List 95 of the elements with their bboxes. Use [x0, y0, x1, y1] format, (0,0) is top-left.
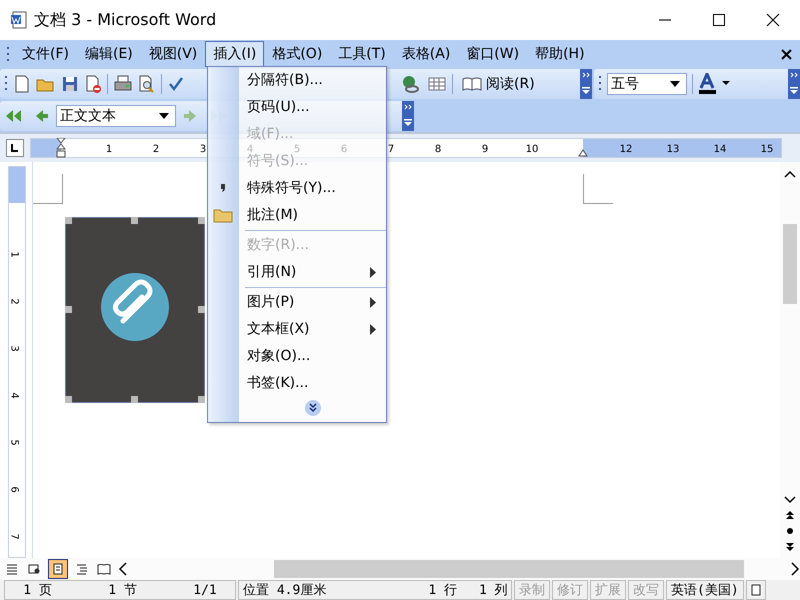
save-icon[interactable] — [61, 74, 79, 94]
menu-item[interactable]: 格式(O) — [264, 41, 330, 67]
status-text: 1 行 — [428, 582, 457, 599]
status-text: 录制 — [519, 582, 545, 599]
new-document-icon[interactable] — [13, 74, 31, 94]
paperclip-picture[interactable] — [65, 217, 205, 403]
scroll-left-icon[interactable] — [118, 562, 128, 576]
status-text: 扩展 — [595, 582, 621, 599]
menu-item[interactable]: 表格(A) — [394, 41, 458, 67]
status-text: 1 节 — [108, 582, 137, 599]
expand-menu-icon[interactable] — [304, 399, 322, 417]
menu-item[interactable]: 插入(I) — [205, 41, 264, 67]
status-text: 1 页 — [23, 582, 52, 599]
hyperlink-icon[interactable] — [400, 74, 422, 94]
menu-item[interactable]: 批注(M) — [239, 206, 386, 224]
ruler-number: 7 — [8, 533, 20, 540]
ruler-number: 10 — [526, 144, 538, 155]
status-text: 英语(美国) — [671, 582, 739, 599]
dropdown-arrow-icon[interactable] — [670, 81, 680, 87]
grip-icon — [6, 45, 10, 63]
toolbar-options-icon[interactable] — [788, 69, 800, 99]
submenu-arrow-icon — [370, 296, 376, 308]
ruler-number: 15 — [760, 144, 774, 155]
ruler-number: 6 — [8, 486, 20, 493]
ruler-number: 3 — [8, 345, 20, 352]
submenu-arrow-icon — [370, 324, 376, 334]
close-icon[interactable] — [766, 13, 780, 27]
toolbar-options-icon[interactable] — [580, 69, 592, 99]
read-button[interactable]: 阅读(R) — [458, 73, 539, 95]
permission-icon[interactable] — [84, 74, 102, 94]
vertical-ruler[interactable]: 1 2 3 4 5 6 7 — [8, 166, 26, 558]
maximize-icon[interactable] — [712, 13, 726, 27]
print-layout-view-icon[interactable] — [48, 559, 68, 579]
browse-object-icon[interactable] — [785, 526, 795, 536]
close-icon[interactable] — [781, 48, 792, 60]
scroll-down-icon[interactable] — [784, 496, 796, 504]
vertical-scrollbar[interactable] — [780, 162, 800, 558]
menu-item[interactable]: 书签(K)... — [239, 374, 386, 392]
status-text: 改写 — [633, 582, 659, 599]
ruler-number: 13 — [666, 144, 680, 155]
menu-item[interactable]: 编辑(E) — [76, 41, 141, 67]
menu-item[interactable]: 文件(F) — [14, 41, 77, 67]
menu-item[interactable]: 分隔符(B)... — [239, 71, 386, 89]
status-text: 修订 — [557, 582, 583, 599]
menu-item[interactable]: 工具(T) — [330, 41, 394, 67]
ruler-number: 14 — [714, 144, 726, 155]
window-title: 文档 3 - Microsoft Word — [34, 10, 216, 30]
font-color-icon[interactable] — [698, 73, 732, 95]
previous-page-icon[interactable] — [785, 510, 795, 520]
scrollbar-thumb[interactable] — [783, 224, 797, 304]
font-size-dropdown[interactable]: 五号 — [607, 73, 687, 95]
scroll-up-icon[interactable] — [784, 170, 796, 178]
scroll-right-icon[interactable] — [790, 562, 800, 576]
ruler-number: 7 — [388, 144, 394, 155]
menu-item[interactable]: 图片(P) — [239, 293, 386, 311]
menu-item[interactable]: 文本框(X) — [239, 320, 386, 338]
ruler-number: 9 — [482, 144, 488, 155]
comma-icon — [219, 183, 227, 193]
document-icon — [10, 11, 28, 29]
dropdown-arrow-icon[interactable] — [159, 113, 169, 119]
style-dropdown[interactable]: 正文文本 — [56, 105, 176, 127]
margin-corner-mark — [33, 174, 63, 204]
tab-stop-icon[interactable] — [6, 139, 24, 157]
status-text: 1 列 — [478, 582, 508, 599]
ruler-number: 1 — [106, 144, 112, 155]
print-preview-icon[interactable] — [138, 74, 156, 94]
right-indent-marker-icon[interactable] — [578, 149, 588, 157]
menu-item[interactable]: 帮助(H) — [527, 41, 593, 67]
toolbar-options-icon[interactable] — [402, 101, 414, 131]
menu-item[interactable]: 引用(N) — [239, 263, 386, 281]
menu-item[interactable]: 视图(V) — [140, 41, 206, 67]
ruler-number: 6 — [340, 144, 348, 155]
margin-corner-mark — [583, 174, 613, 204]
folder-icon — [213, 207, 233, 223]
menu-item[interactable]: 页码(U)... — [239, 98, 386, 116]
ruler-number: 8 — [434, 144, 442, 155]
status-text: 位置 4.9厘米 — [243, 582, 326, 599]
ruler-number: 4 — [246, 144, 254, 155]
menu-item[interactable]: 对象(O)... — [239, 347, 386, 365]
ruler-number: 2 — [8, 298, 20, 305]
ruler-number: 5 — [8, 439, 20, 446]
ruler-number: 1 — [8, 251, 20, 258]
menu-item[interactable]: 特殊符号(Y)... — [239, 179, 386, 197]
ruler-number: 5 — [294, 144, 300, 155]
status-text: 1/1 — [193, 582, 217, 598]
menu-item[interactable]: 窗口(W) — [458, 41, 528, 67]
ruler-number: 4 — [8, 392, 20, 399]
reading-view-icon[interactable] — [96, 561, 112, 577]
indent-marker-icon[interactable] — [56, 138, 66, 158]
ruler-number: 12 — [620, 144, 632, 155]
ruler-number: 3 — [200, 144, 206, 155]
ruler-number: 2 — [152, 144, 160, 155]
next-page-icon[interactable] — [785, 542, 795, 552]
submenu-arrow-icon — [370, 266, 376, 278]
scrollbar-thumb[interactable] — [274, 560, 744, 578]
